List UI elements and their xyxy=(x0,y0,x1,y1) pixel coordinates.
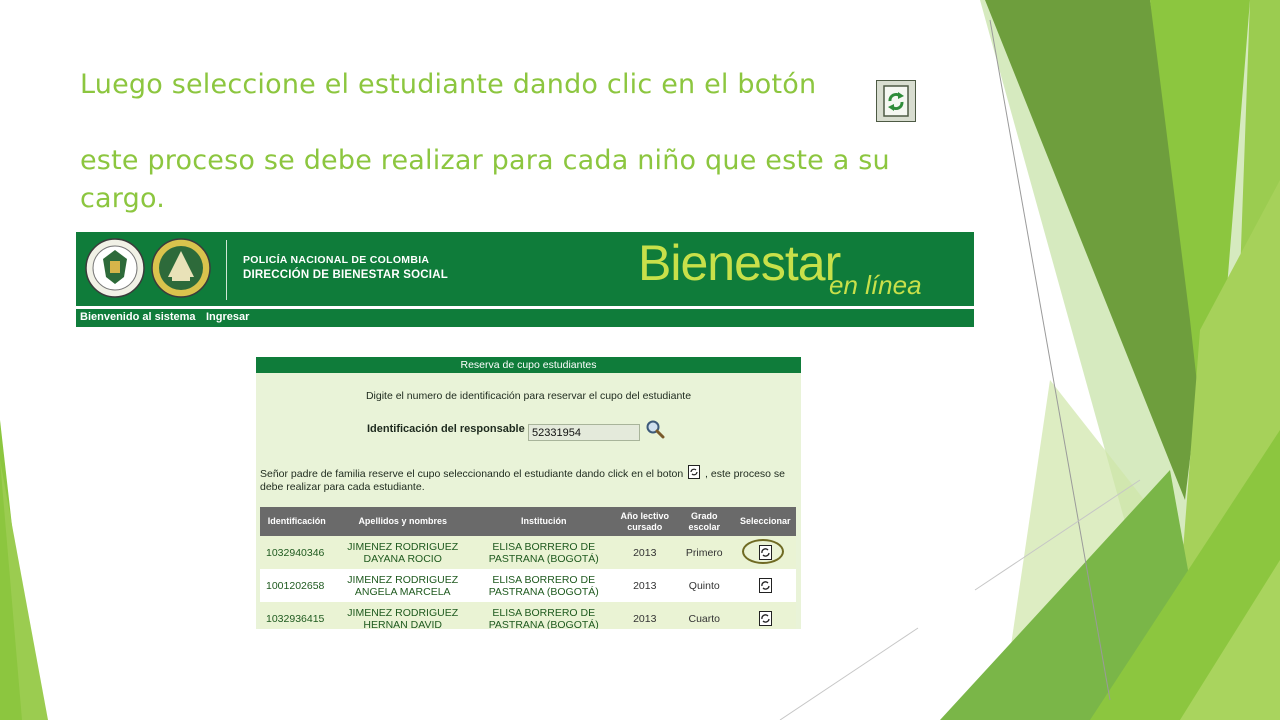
org-department: DIRECCIÓN DE BIENESTAR SOCIAL xyxy=(243,269,448,281)
row-year: 2013 xyxy=(615,602,675,629)
select-student-icon[interactable] xyxy=(758,578,772,593)
portal-header: POLICÍA NACIONAL DE COLOMBIA DIRECCIÓN D… xyxy=(76,232,974,306)
reservation-panel: Reserva de cupo estudiantes Digite el nu… xyxy=(256,357,801,629)
slide-title: Luego seleccione el estudiante dando cli… xyxy=(80,66,950,218)
highlight-circle xyxy=(741,539,784,564)
police-seal-icon xyxy=(85,238,145,298)
magnifier-icon[interactable] xyxy=(645,419,665,439)
row-grade: Cuarto xyxy=(674,602,735,629)
title-line-3: cargo. xyxy=(80,183,165,214)
row-year: 2013 xyxy=(615,536,675,569)
title-line-2: este proceso se debe realizar para cada … xyxy=(80,145,890,176)
col-grado-escolar: Grado escolar xyxy=(674,507,735,536)
responsible-id-input[interactable] xyxy=(528,424,640,441)
refresh-select-icon xyxy=(876,80,916,122)
table-header-row: Identificación Apellidos y nombres Insti… xyxy=(260,507,796,536)
row-select-cell xyxy=(734,569,796,602)
table-row: 1001202658 JIMENEZ RODRIGUEZ ANGELA MARC… xyxy=(260,569,796,602)
brand-logo-subtitle: en línea xyxy=(829,270,922,300)
row-name: JIMENEZ RODRIGUEZ HERNAN DAVID xyxy=(333,602,472,629)
brand-logo-text: Bienestar xyxy=(638,235,841,291)
row-institution: ELISA BORRERO DE PASTRANA (BOGOTÁ) xyxy=(471,569,616,602)
row-name: JIMENEZ RODRIGUEZ ANGELA MARCELA xyxy=(333,569,472,602)
bienestar-seal-icon xyxy=(151,238,211,298)
panel-title: Reserva de cupo estudiantes xyxy=(256,357,801,373)
select-student-icon xyxy=(688,465,701,479)
col-ano-lectivo: Año lectivo cursado xyxy=(615,507,675,536)
portal-nav-bar: Bienvenido al sistema Ingresar xyxy=(76,309,974,327)
select-student-icon[interactable] xyxy=(758,611,772,626)
responsible-id-label: Identificación del responsable xyxy=(367,423,525,435)
row-grade: Quinto xyxy=(674,569,735,602)
panel-instruction: Digite el numero de identificación para … xyxy=(365,390,692,402)
row-id: 1032940346 xyxy=(260,536,334,569)
col-identificacion: Identificación xyxy=(260,507,334,536)
row-select-cell xyxy=(734,602,796,629)
title-line-1: Luego seleccione el estudiante dando cli… xyxy=(80,69,817,100)
col-apellidos-nombres: Apellidos y nombres xyxy=(333,507,472,536)
table-row: 1032936415 JIMENEZ RODRIGUEZ HERNAN DAVI… xyxy=(260,602,796,629)
row-name: JIMENEZ RODRIGUEZ DAYANA ROCIO xyxy=(333,536,472,569)
row-grade: Primero xyxy=(674,536,735,569)
row-year: 2013 xyxy=(615,569,675,602)
row-select-cell xyxy=(734,536,796,569)
nav-welcome: Bienvenido al sistema xyxy=(80,311,196,323)
row-institution: ELISA BORRERO DE PASTRANA (BOGOTÁ) xyxy=(471,536,616,569)
row-id: 1032936415 xyxy=(260,602,334,629)
instruction-note: Señor padre de familia reserve el cupo s… xyxy=(260,465,798,494)
row-id: 1001202658 xyxy=(260,569,334,602)
nav-login-link[interactable]: Ingresar xyxy=(206,311,249,323)
students-table: Identificación Apellidos y nombres Insti… xyxy=(260,507,796,629)
col-seleccionar: Seleccionar xyxy=(734,507,796,536)
col-institucion: Institución xyxy=(471,507,616,536)
org-name: POLICÍA NACIONAL DE COLOMBIA xyxy=(243,254,430,266)
table-row: 1032940346 JIMENEZ RODRIGUEZ DAYANA ROCI… xyxy=(260,536,796,569)
row-institution: ELISA BORRERO DE PASTRANA (BOGOTÁ) xyxy=(471,602,616,629)
